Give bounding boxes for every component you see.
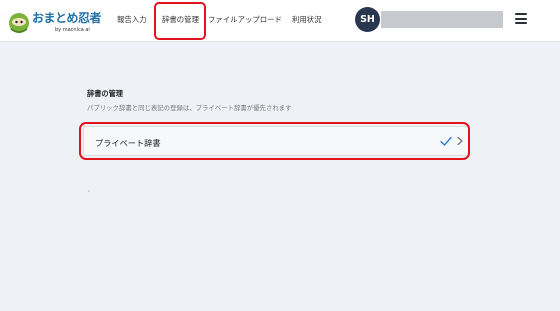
redacted-user-name	[381, 11, 503, 28]
logo-subtext: by macnica ai	[55, 27, 90, 33]
user-initials: SH	[360, 14, 375, 25]
hamburger-icon	[515, 13, 527, 15]
page-title: 辞書の管理	[87, 89, 123, 98]
nav-report-input[interactable]: 報告入力	[117, 14, 147, 25]
page-description: パブリック辞書と同じ表記の登録は、プライベート辞書が優先されます	[87, 104, 292, 112]
top-navigation-bar: おまとめ忍者 by macnica ai 報告入力 辞書の管理 ファイルアップロ…	[0, 0, 560, 42]
decorative-dot	[88, 190, 90, 192]
menu-button[interactable]	[515, 13, 529, 25]
nav-usage-status[interactable]: 利用状況	[292, 14, 322, 25]
app-logo[interactable]: おまとめ忍者 by macnica ai	[8, 6, 102, 36]
nav-file-upload[interactable]: ファイルアップロード	[208, 14, 282, 25]
highlight-box-nav	[154, 2, 206, 40]
highlight-box-row	[79, 122, 470, 160]
user-avatar[interactable]: SH	[355, 7, 380, 32]
logo-text: おまとめ忍者	[32, 11, 102, 25]
